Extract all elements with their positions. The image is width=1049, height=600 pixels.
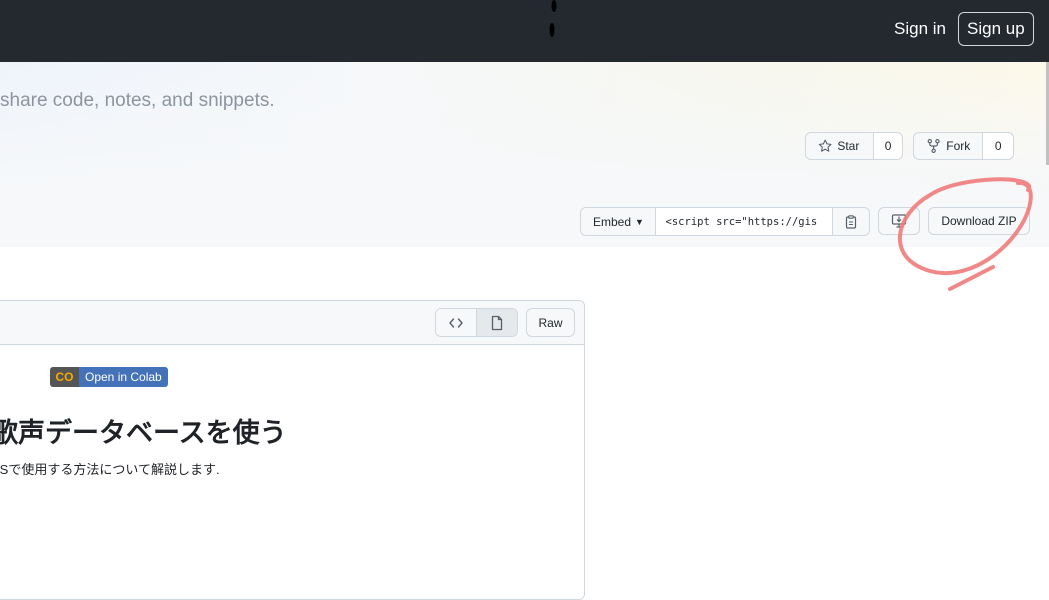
star-icon — [818, 139, 832, 152]
notebook-paragraph: VSで使用する方法について解説します. — [0, 462, 220, 477]
display-source-button[interactable] — [436, 309, 477, 336]
file-header: Raw — [0, 301, 584, 345]
star-button[interactable]: Star 0 — [805, 132, 903, 160]
caret-down-icon: ▼ — [635, 216, 644, 227]
logo-fragment-icon — [549, 0, 557, 37]
fork-icon — [927, 139, 940, 153]
sign-in-link[interactable]: Sign in — [894, 19, 946, 39]
code-icon — [449, 317, 463, 328]
raw-button[interactable]: Raw — [526, 308, 575, 337]
sign-up-button[interactable]: Sign up — [958, 12, 1034, 46]
hero-tagline: share code, notes, and snippets. — [0, 90, 275, 111]
view-toggle — [435, 308, 518, 337]
fork-label: Fork — [946, 139, 971, 153]
file-box: Raw CO Open in Colab 歌声データベースを使う VSで使用する… — [0, 300, 585, 600]
fork-button[interactable]: Fork 0 — [913, 132, 1014, 160]
clipboard-icon — [846, 214, 857, 229]
embed-code-input[interactable] — [655, 208, 833, 235]
colab-logo-text: CO — [55, 370, 74, 384]
embed-label: Embed — [593, 214, 632, 229]
gist-header: share code, notes, and snippets. Star 0 … — [0, 62, 1049, 247]
notebook-heading: 歌声データベースを使う — [0, 418, 287, 448]
desktop-download-icon — [891, 214, 907, 228]
star-count: 0 — [873, 133, 902, 159]
colab-badge-label: Open in Colab — [79, 367, 168, 387]
display-rendered-button[interactable] — [477, 309, 517, 336]
open-in-colab-badge[interactable]: CO Open in Colab — [50, 367, 168, 387]
file-icon — [491, 315, 503, 330]
colab-logo-icon: CO — [50, 367, 79, 387]
copy-button[interactable] — [832, 208, 869, 235]
fork-count: 0 — [982, 133, 1014, 159]
embed-dropdown[interactable]: Embed ▼ — [581, 208, 656, 235]
open-desktop-button[interactable] — [878, 207, 920, 235]
download-zip-button[interactable]: Download ZIP — [928, 207, 1030, 235]
top-navbar: Sign in Sign up — [0, 0, 1049, 62]
embed-group: Embed ▼ — [580, 207, 870, 236]
star-label: Star — [837, 139, 860, 153]
